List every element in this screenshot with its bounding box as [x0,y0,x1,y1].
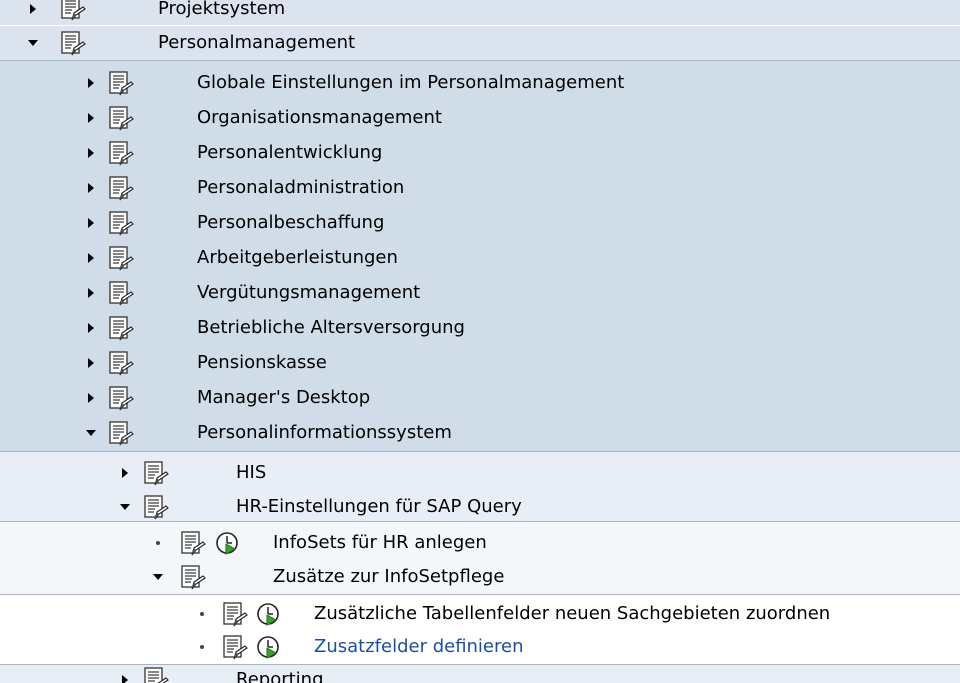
expand-icon[interactable] [85,251,97,265]
bullet-icon [196,640,208,654]
document-icon [108,211,134,237]
document-icon [108,351,134,377]
tree-node-personalentwicklung[interactable]: Personalentwicklung [0,136,960,170]
document-icon [180,565,206,591]
tree-node-label: Personalbeschaffung [197,212,385,233]
bullet-icon [196,607,208,621]
tree-node-hr-einstellungen-sap-query[interactable]: HR-Einstellungen für SAP Query [0,490,960,524]
document-icon [222,602,248,628]
execute-clock-icon[interactable] [256,635,280,659]
tree-node-label: Arbeitgeberleistungen [197,247,398,268]
tree-node-globale-einstellungen[interactable]: Globale Einstellungen im Personalmanagem… [0,66,960,100]
document-icon [108,421,134,447]
tree-node-label: Betriebliche Altersversorgung [197,317,465,338]
document-icon [108,141,134,167]
tree-node-organisationsmanagement[interactable]: Organisationsmanagement [0,101,960,135]
document-icon [108,246,134,272]
tree-node-verguetungsmanagement[interactable]: Vergütungsmanagement [0,276,960,310]
document-icon [108,386,134,412]
expand-icon[interactable] [85,76,97,90]
expand-icon[interactable] [85,356,97,370]
collapse-icon[interactable] [152,570,164,584]
tree-node-label: Zusätzliche Tabellenfelder neuen Sachgeb… [314,603,831,624]
tree-node-managers-desktop[interactable]: Manager's Desktop [0,381,960,415]
tree-node-label: Personalinformationssystem [197,422,452,443]
document-icon [108,106,134,132]
tree-node-label: HR-Einstellungen für SAP Query [236,496,522,517]
document-icon [143,461,169,487]
tree-node-label: InfoSets für HR anlegen [273,532,487,553]
tree-node-label: Globale Einstellungen im Personalmanagem… [197,72,625,93]
tree-node-label: Organisationsmanagement [197,107,442,128]
tree-node-label: Reporting [236,669,324,683]
expand-icon[interactable] [85,111,97,125]
tree-node-betriebliche-altersversorgung[interactable]: Betriebliche Altersversorgung [0,311,960,345]
execute-clock-icon[interactable] [215,531,239,555]
expand-icon[interactable] [85,181,97,195]
tree-node-personaladministration[interactable]: Personaladministration [0,171,960,205]
tree-node-label: Projektsystem [158,0,286,19]
tree-node-label: Zusätze zur InfoSetpflege [273,566,505,587]
tree-node-label: Manager's Desktop [197,387,371,408]
tree-node-zusaetzliche-tabellenfelder[interactable]: Zusätzliche Tabellenfelder neuen Sachgeb… [0,597,960,631]
tree-node-label: Pensionskasse [197,352,327,373]
tree-node-label: HIS [236,462,267,483]
document-icon [108,316,134,342]
collapse-icon[interactable] [119,500,131,514]
tree-node-label: Personaladministration [197,177,405,198]
tree-node-projektsystem[interactable]: Projektsystem [0,0,960,25]
tree-node-pensionskasse[interactable]: Pensionskasse [0,346,960,380]
collapse-icon[interactable] [85,426,97,440]
expand-icon[interactable] [85,146,97,160]
collapse-icon[interactable] [27,36,39,50]
expand-icon[interactable] [85,321,97,335]
document-icon [143,495,169,521]
expand-icon[interactable] [119,466,131,480]
tree-node-label: Vergütungsmanagement [197,282,421,303]
tree-node-zusatzfelder-definieren[interactable]: Zusatzfelder definieren [0,630,960,664]
expand-icon[interactable] [119,673,131,683]
tree-node-zusaetze-infosetpflege[interactable]: Zusätze zur InfoSetpflege [0,560,960,594]
document-icon [60,0,86,22]
document-icon [108,281,134,307]
expand-icon[interactable] [85,286,97,300]
expand-icon[interactable] [85,216,97,230]
tree-node-label-link[interactable]: Zusatzfelder definieren [314,636,524,658]
document-icon [222,635,248,661]
tree-node-label: Personalentwicklung [197,142,383,163]
expand-icon[interactable] [27,2,39,16]
tree-node-reporting[interactable]: Reporting [0,665,960,683]
tree-node-infosets-hr-anlegen[interactable]: InfoSets für HR anlegen [0,526,960,560]
document-icon [180,531,206,557]
tree-node-personalinformationssystem[interactable]: Personalinformationssystem [0,416,960,450]
bullet-icon [152,536,164,550]
tree-node-label: Personalmanagement [158,32,356,53]
tree-node-his[interactable]: HIS [0,456,960,490]
tree-node-personalmanagement[interactable]: Personalmanagement [0,26,960,60]
document-icon [143,667,169,683]
execute-clock-icon[interactable] [256,602,280,626]
tree-node-arbeitgeberleistungen[interactable]: Arbeitgeberleistungen [0,241,960,275]
document-icon [108,71,134,97]
expand-icon[interactable] [85,391,97,405]
customizing-tree: Projektsystem Personalmanagement Globale… [0,0,960,683]
tree-node-personalbeschaffung[interactable]: Personalbeschaffung [0,206,960,240]
document-icon [60,31,86,57]
document-icon [108,176,134,202]
